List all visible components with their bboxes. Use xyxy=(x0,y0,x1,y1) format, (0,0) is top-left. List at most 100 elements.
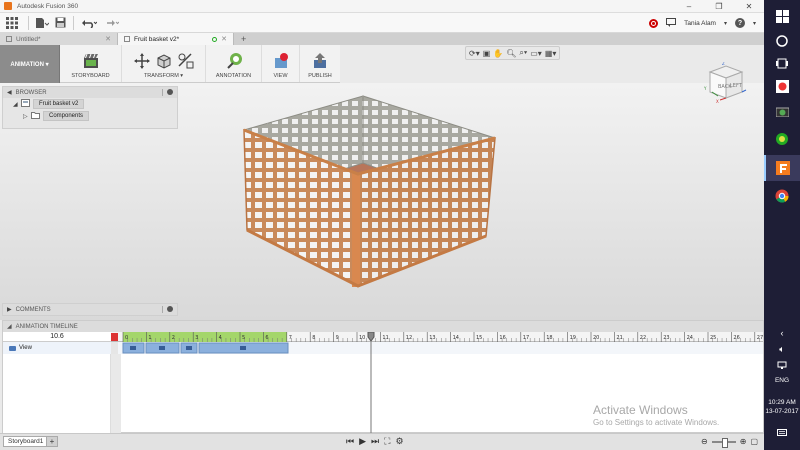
view-clip[interactable] xyxy=(180,342,198,354)
skip-forward-icon[interactable]: ⏭ xyxy=(371,436,379,447)
grid-settings-icon[interactable]: ▦▾ xyxy=(545,49,557,58)
view-clip[interactable] xyxy=(198,342,289,354)
pan-icon[interactable]: ✋ xyxy=(493,49,503,58)
user-name[interactable]: Tania Alam xyxy=(684,20,716,27)
data-panel-grid-icon[interactable] xyxy=(0,14,24,32)
ruler-label: 18 xyxy=(546,335,552,341)
clock-time[interactable]: 10:29 AM xyxy=(764,399,800,406)
job-status-icon[interactable] xyxy=(666,17,677,29)
expanded-caret-icon[interactable]: ◢ xyxy=(13,101,21,108)
transform-group[interactable]: TRANSFORM ▾ xyxy=(122,45,206,82)
tab-fruit-basket[interactable]: Fruit basket v2* ✕ xyxy=(118,33,234,45)
zoom-out-icon[interactable]: ⊖ xyxy=(701,437,708,446)
playhead-marker[interactable] xyxy=(367,332,375,342)
clock-date[interactable]: 13-07-2017 xyxy=(764,408,800,415)
pin-icon[interactable] xyxy=(167,89,173,95)
tree-item-root[interactable]: ◢ Fruit basket v2 xyxy=(3,98,177,110)
annotation-group[interactable]: ANNOTATION xyxy=(206,45,262,82)
ruler-label: 5 xyxy=(242,335,245,341)
browser-header[interactable]: ◀ BROWSER xyxy=(3,87,177,98)
tree-item-components[interactable]: ▷ Components xyxy=(3,110,177,122)
browser-panel: ◀ BROWSER ◢ Fruit basket v2 ▷ Components xyxy=(2,86,178,129)
view-clip[interactable] xyxy=(145,342,180,354)
user-dropdown-icon[interactable]: ▾ xyxy=(724,20,727,27)
start-marker[interactable] xyxy=(111,333,118,341)
playback-controls: ⏮ ▶ ⏭ ⛶ ⚙ xyxy=(346,436,404,447)
restore-home-icon xyxy=(177,53,193,69)
ruler-label: 13 xyxy=(429,335,435,341)
skip-back-icon[interactable]: ⏮ xyxy=(346,436,354,447)
close-button[interactable]: ✕ xyxy=(734,0,764,13)
pin-icon[interactable] xyxy=(167,306,173,312)
network-icon[interactable] xyxy=(764,358,800,372)
volume-icon[interactable]: 🔈︎ xyxy=(764,342,800,356)
new-tab-button[interactable]: + xyxy=(236,33,251,45)
look-at-icon[interactable]: ▣ xyxy=(483,49,491,58)
help-dropdown-icon[interactable]: ▾ xyxy=(753,20,756,27)
close-tab-icon[interactable]: ✕ xyxy=(105,35,111,43)
app-icon[interactable] xyxy=(764,75,800,97)
ruler-label: 0 xyxy=(125,335,128,341)
ruler-label: 8 xyxy=(312,335,315,341)
action-center-icon[interactable] xyxy=(764,426,800,440)
close-tab-icon[interactable]: ✕ xyxy=(221,35,227,43)
help-icon[interactable]: ? xyxy=(734,18,745,28)
fusion360-taskbar-icon[interactable] xyxy=(764,155,800,181)
ruler-label: 6 xyxy=(265,335,268,341)
ruler-label: 4 xyxy=(219,335,222,341)
chrome-icon[interactable] xyxy=(764,184,800,208)
ruler-label: 17 xyxy=(523,335,529,341)
annotation-icon xyxy=(226,53,242,69)
ruler-label: 7 xyxy=(289,335,292,341)
basket-corner-post xyxy=(352,173,360,287)
settings-icon[interactable]: ⚙ xyxy=(395,436,403,447)
chevron-up-icon[interactable]: ‹ xyxy=(764,326,800,340)
utility-app-icon[interactable] xyxy=(764,128,800,150)
minimize-button[interactable]: – xyxy=(674,0,704,13)
workspace-switcher[interactable]: ANIMATION ▾ xyxy=(0,45,60,83)
tab-untitled[interactable]: Untitled* ✕ xyxy=(0,33,118,45)
view-group[interactable]: VIEW xyxy=(262,45,300,82)
folder-icon xyxy=(31,111,40,121)
record-icon[interactable] xyxy=(649,18,659,28)
timeline-header[interactable]: ◢ ANIMATION TIMELINE xyxy=(3,321,763,332)
ruler-label: 25 xyxy=(710,335,716,341)
current-time[interactable]: 10.6 xyxy=(3,332,111,342)
display-settings-icon[interactable]: ▭▾ xyxy=(530,49,542,58)
view-clip[interactable] xyxy=(122,342,145,354)
collapse-icon[interactable]: ◀ xyxy=(7,89,12,96)
timeline-ruler[interactable]: 0 1 2 3 4 5 6 7 8 9 10 11 12 13 14 15 16 17 18 19 20 21 22 23 24… xyxy=(111,332,763,342)
comments-header[interactable]: ▶ COMMENTS xyxy=(3,304,177,315)
play-icon[interactable]: ▶ xyxy=(359,436,366,447)
view-icon xyxy=(274,53,288,68)
publish-group[interactable]: PUBLISH xyxy=(300,45,340,82)
zoom-slider[interactable] xyxy=(711,437,736,448)
cortana-icon[interactable] xyxy=(764,30,800,52)
redo-icon[interactable] xyxy=(100,14,122,32)
zoom-in-icon[interactable]: ⊕ xyxy=(740,437,747,446)
storyboard-tab[interactable]: Storyboard1 xyxy=(3,436,49,447)
start-menu-icon[interactable] xyxy=(764,3,800,29)
restore-button[interactable]: ❐ xyxy=(704,0,734,13)
storyboard-group[interactable]: STORYBOARD xyxy=(60,45,122,82)
save-icon[interactable] xyxy=(51,14,69,32)
document-icon xyxy=(6,36,12,42)
move-icon xyxy=(133,53,150,69)
expand-icon[interactable]: ▶ xyxy=(7,306,12,313)
viewcube[interactable]: BACK LEFT Y X Z xyxy=(702,62,748,104)
collapse-icon[interactable]: ◢ xyxy=(7,323,12,330)
add-storyboard-button[interactable]: + xyxy=(46,436,58,447)
task-view-icon[interactable] xyxy=(764,52,800,74)
fit-icon[interactable]: ▢ xyxy=(750,437,758,446)
collapsed-caret-icon[interactable]: ▷ xyxy=(23,113,31,120)
zoom-icon[interactable]: 🔍︎ xyxy=(506,49,516,58)
undo-icon[interactable] xyxy=(78,14,100,32)
file-menu-icon[interactable] xyxy=(33,14,51,32)
fit-icon[interactable]: ⌕▾ xyxy=(519,48,527,58)
camera-app-icon[interactable] xyxy=(764,100,800,122)
orbit-icon[interactable]: ⟳▾ xyxy=(469,49,480,58)
timeline-view-row[interactable]: View xyxy=(3,342,111,354)
publish-icon xyxy=(314,53,326,68)
language-indicator[interactable]: ENG xyxy=(764,377,800,384)
fit-timeline-icon[interactable]: ⛶ xyxy=(384,436,390,447)
